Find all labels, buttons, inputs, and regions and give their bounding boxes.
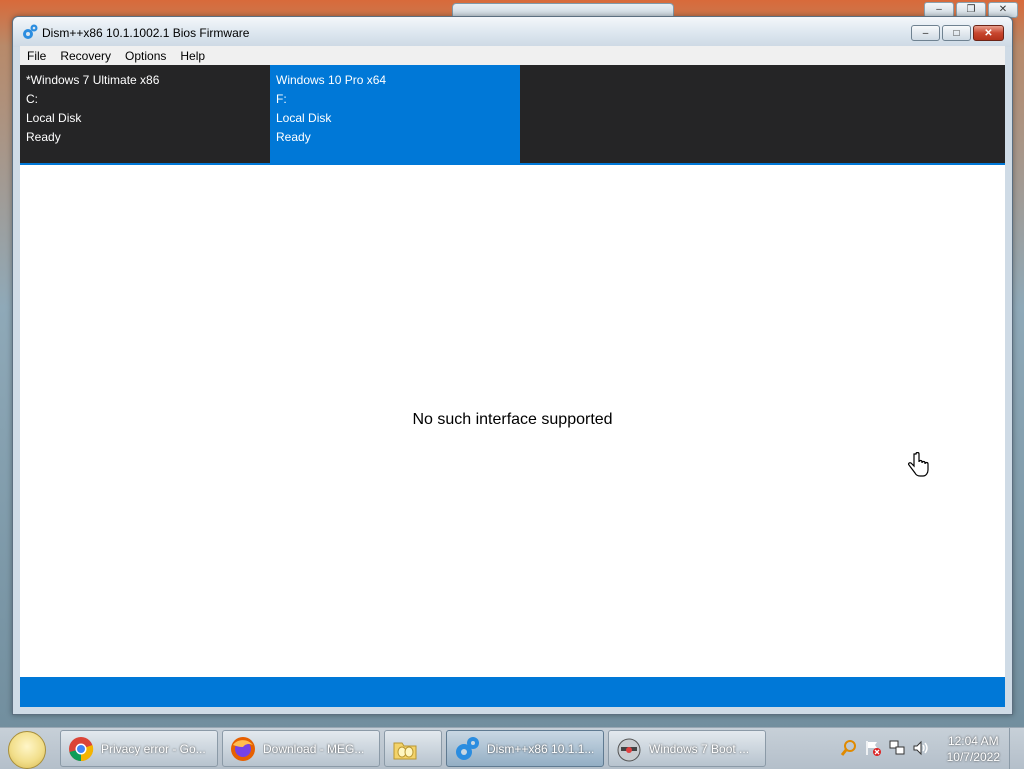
show-desktop-button[interactable] [1009, 728, 1024, 769]
drive-selector-bar: *Windows 7 Ultimate x86 C: Local Disk Re… [20, 65, 1005, 163]
menu-bar: File Recovery Options Help [20, 46, 1005, 65]
window-controls: – □ ✕ [911, 25, 1004, 41]
dism-window: Dism++x86 10.1.1002.1 Bios Firmware – □ … [12, 16, 1013, 715]
error-message: No such interface supported [412, 411, 613, 428]
system-tray [840, 739, 930, 757]
drive-letter: F: [276, 92, 287, 106]
title-bar[interactable]: Dism++x86 10.1.1002.1 Bios Firmware – □ … [13, 17, 1012, 47]
task-label: Privacy error - Go... [101, 741, 206, 756]
action-center-flag-icon[interactable] [864, 739, 882, 757]
drive-letter: C: [26, 92, 38, 106]
clock-date: 10/7/2022 [946, 750, 1000, 764]
boot-disk-icon [617, 738, 641, 761]
task-label: Windows 7 Boot ... [649, 741, 750, 756]
menu-recovery[interactable]: Recovery [53, 49, 118, 63]
drive-status: Ready [276, 130, 311, 144]
drive-tile-windows7[interactable]: *Windows 7 Ultimate x86 C: Local Disk Re… [20, 65, 270, 163]
main-content: No such interface supported [20, 165, 1005, 677]
taskbar-item-dism[interactable]: Dism++x86 10.1.1... [446, 730, 604, 767]
drive-type: Local Disk [276, 111, 332, 125]
network-icon[interactable] [888, 739, 906, 757]
drive-tile-windows10[interactable]: Windows 10 Pro x64 F: Local Disk Ready [270, 65, 520, 163]
taskbar-item-win7-boot[interactable]: Windows 7 Boot ... [608, 730, 766, 767]
volume-icon[interactable] [912, 739, 930, 757]
clock-time: 12:04 AM [947, 734, 999, 748]
firefox-icon [231, 736, 255, 761]
gear-icon [456, 736, 479, 760]
drive-type: Local Disk [26, 111, 82, 125]
taskbar-item-chrome[interactable]: Privacy error - Go... [60, 730, 218, 767]
hand-cursor-icon [908, 452, 929, 477]
chrome-icon [69, 736, 94, 761]
drive-status: Ready [26, 130, 61, 144]
search-icon[interactable] [840, 739, 858, 757]
clock[interactable]: 12:04 AM 10/7/2022 [947, 733, 1000, 765]
menu-options[interactable]: Options [118, 49, 173, 63]
drive-os-name: *Windows 7 Ultimate x86 [26, 73, 160, 87]
gear-icon [23, 24, 38, 39]
folder-icon [393, 742, 417, 759]
taskbar-item-firefox[interactable]: Download - MEG... [222, 730, 380, 767]
menu-help[interactable]: Help [173, 49, 212, 63]
task-label: Download - MEG... [263, 741, 365, 756]
drive-os-name: Windows 10 Pro x64 [276, 73, 387, 87]
start-button[interactable] [8, 731, 46, 769]
status-bar [20, 677, 1005, 707]
taskbar: Privacy error - Go... Download - MEG... … [0, 727, 1024, 769]
close-button[interactable]: ✕ [973, 25, 1004, 41]
task-label: Dism++x86 10.1.1... [487, 741, 595, 756]
menu-file[interactable]: File [20, 49, 53, 63]
window-title: Dism++x86 10.1.1002.1 Bios Firmware [42, 26, 250, 40]
maximize-button[interactable]: □ [942, 25, 971, 41]
minimize-button[interactable]: – [911, 25, 940, 41]
taskbar-item-explorer[interactable] [384, 730, 442, 767]
